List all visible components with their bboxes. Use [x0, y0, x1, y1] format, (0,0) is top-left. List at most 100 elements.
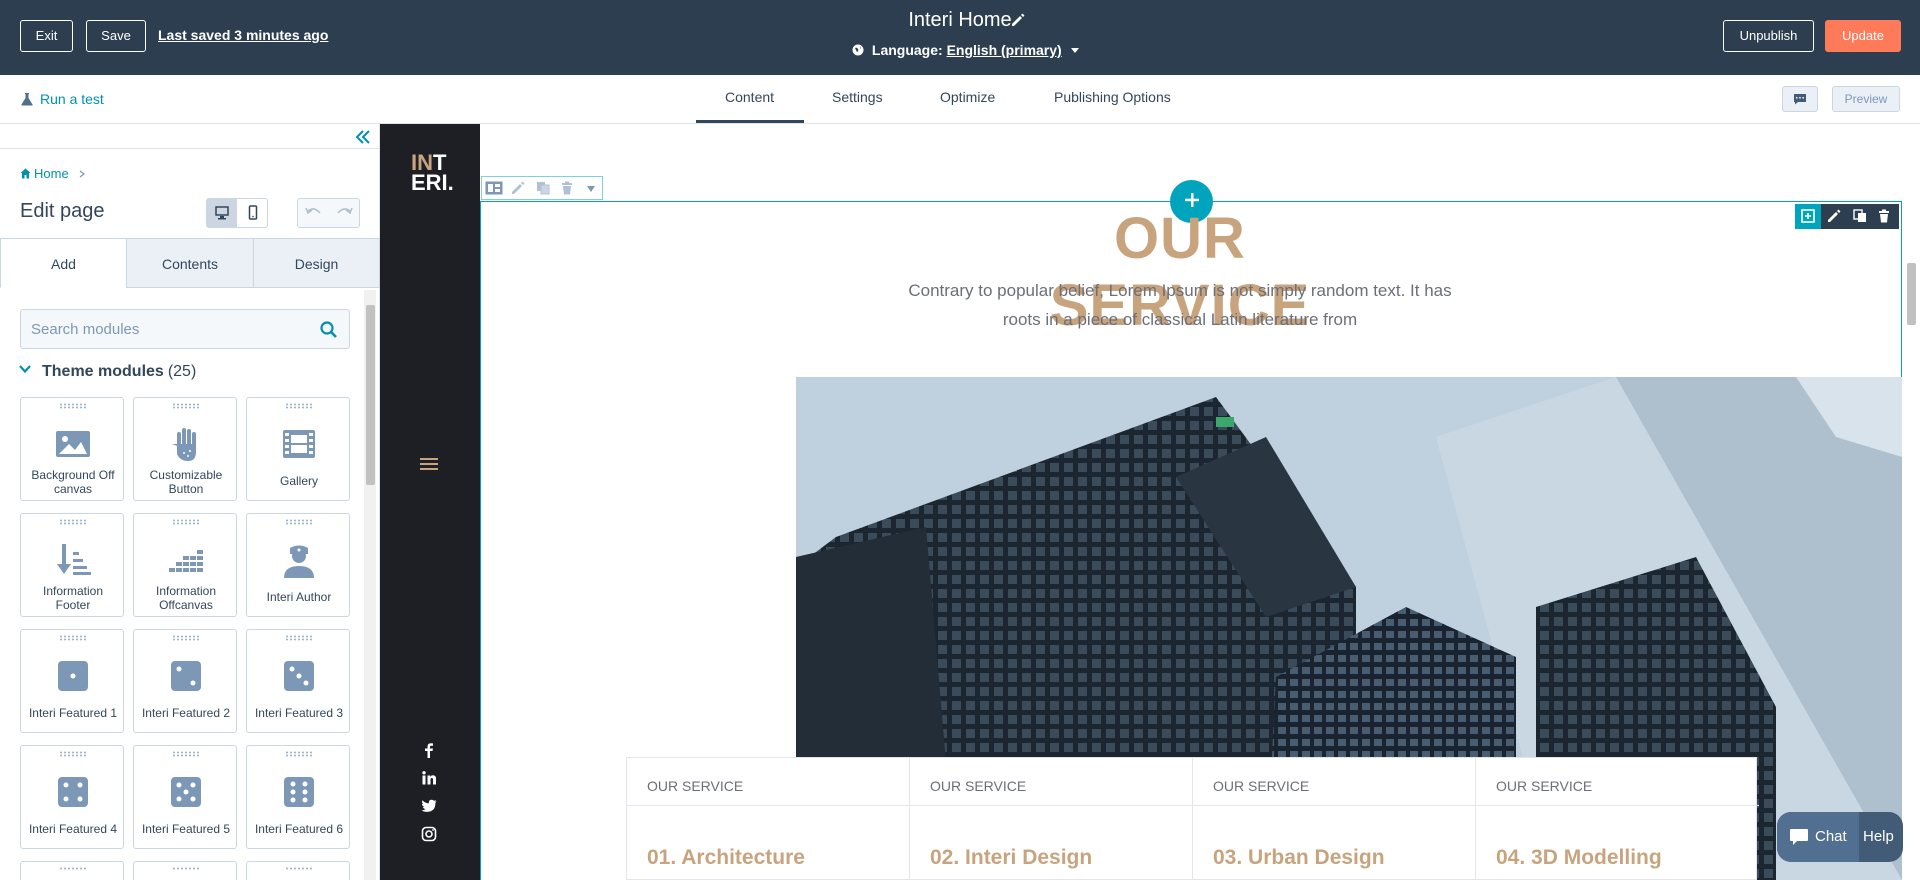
service-desc-line1: Contrary to popular belief, Lorem Ipsum …	[908, 281, 1452, 300]
breadcrumb[interactable]: Home	[20, 166, 86, 181]
preview-button[interactable]: Preview	[1832, 86, 1900, 112]
card-divider	[1193, 805, 1476, 806]
module-tile[interactable]	[133, 861, 237, 880]
bars-icon	[169, 550, 203, 572]
module-tile[interactable]: Information Footer	[20, 513, 124, 617]
redo-icon[interactable]	[334, 205, 354, 221]
linkedin-icon[interactable]	[421, 770, 437, 786]
site-logo[interactable]: INT ERI.	[411, 152, 454, 194]
language-selector[interactable]: Language: English (primary)	[852, 42, 1080, 58]
help-button[interactable]: Help	[1863, 812, 1903, 862]
chat-button[interactable]: Chat	[1777, 812, 1859, 862]
module-tile[interactable]	[246, 861, 350, 880]
module-tile[interactable]: Information Offcanvas	[133, 513, 237, 617]
module-tile[interactable]: Interi Featured 5	[133, 745, 237, 849]
caret-down-icon	[1070, 48, 1079, 53]
breadcrumb-home[interactable]: Home	[34, 166, 69, 181]
panel-tab-add[interactable]: Add	[0, 238, 127, 288]
language-value[interactable]: English (primary)	[947, 42, 1062, 58]
top-bar: Exit Save Last saved 3 minutes ago Inter…	[0, 0, 1920, 75]
panel-scroll-thumb[interactable]	[366, 305, 375, 485]
undo-icon[interactable]	[304, 205, 324, 221]
module-tile[interactable]: Background Off canvas	[20, 397, 124, 501]
run-test-link[interactable]: Run a test	[20, 91, 104, 107]
mobile-view-button[interactable]	[238, 199, 268, 227]
unpublish-button[interactable]: Unpublish	[1723, 20, 1814, 52]
module-tile[interactable]: Interi Featured 1	[20, 629, 124, 733]
trash-icon[interactable]	[560, 181, 574, 195]
tab-optimize[interactable]: Optimize	[940, 89, 995, 105]
home-icon	[20, 168, 31, 179]
module-tile[interactable]: Customizable Button	[133, 397, 237, 501]
dice-3-icon	[284, 661, 314, 691]
service-card[interactable]: OUR SERVICE 03. Urban Design	[1193, 758, 1476, 880]
drag-handle-icon	[286, 751, 312, 757]
instagram-icon[interactable]	[421, 826, 437, 842]
chat-help-widget: Chat Help	[1777, 812, 1903, 862]
card-label: OUR SERVICE	[930, 778, 1027, 794]
panel-tab-design[interactable]: Design	[253, 238, 380, 288]
module-tile[interactable]: Interi Featured 4	[20, 745, 124, 849]
module-tile[interactable]: Interi Featured 2	[133, 629, 237, 733]
chat-label: Chat	[1815, 828, 1847, 845]
module-label: Gallery	[279, 474, 318, 488]
card-divider	[910, 805, 1193, 806]
module-tile[interactable]: Interi Featured 3	[246, 629, 350, 733]
card-divider	[627, 805, 910, 806]
module-tile[interactable]: Interi Author	[246, 513, 350, 617]
service-cards: OUR SERVICE 01. Architecture OUR SERVICE…	[626, 757, 1759, 880]
panel-tab-contents[interactable]: Contents	[126, 238, 254, 288]
hamburger-menu-icon[interactable]	[419, 456, 439, 472]
search-icon[interactable]	[319, 320, 339, 340]
module-tile[interactable]	[20, 861, 124, 880]
desktop-view-button[interactable]	[207, 199, 237, 227]
tab-settings[interactable]: Settings	[832, 89, 883, 105]
canvas-scrollbar[interactable]	[1902, 124, 1920, 880]
facebook-icon[interactable]	[421, 742, 437, 758]
collapse-panel-icon[interactable]	[355, 128, 371, 149]
module-label: Interi Featured 1	[28, 706, 118, 720]
pencil-icon[interactable]	[1010, 12, 1026, 28]
layout-icon[interactable]	[485, 181, 503, 195]
card-label: OUR SERVICE	[1213, 778, 1310, 794]
drag-handle-icon	[60, 751, 86, 757]
tab-publishing-options[interactable]: Publishing Options	[1054, 89, 1171, 105]
drag-handle-icon	[173, 519, 199, 525]
copy-icon[interactable]	[536, 181, 550, 195]
canvas-scroll-thumb[interactable]	[1907, 263, 1916, 325]
service-card[interactable]: OUR SERVICE 04. 3D Modelling	[1476, 758, 1759, 880]
last-saved-link[interactable]: Last saved 3 minutes ago	[158, 27, 328, 43]
service-desc-line2: roots in a piece of classical Latin lite…	[1002, 310, 1358, 329]
chat-bubble-icon	[1790, 829, 1808, 845]
service-description[interactable]: Contrary to popular belief, Lorem Ipsum …	[880, 276, 1480, 334]
module-label: Information Footer	[42, 584, 104, 612]
twitter-icon[interactable]	[421, 798, 437, 814]
chevron-down-icon	[19, 365, 31, 374]
search-input[interactable]	[31, 318, 311, 340]
exit-button[interactable]: Exit	[20, 20, 73, 52]
edit-page-title: Edit page	[20, 200, 105, 222]
drag-handle-icon	[173, 635, 199, 641]
service-card[interactable]: OUR SERVICE 01. Architecture	[627, 758, 910, 880]
comments-button[interactable]	[1782, 86, 1818, 112]
drag-handle-icon	[173, 751, 199, 757]
user-icon	[284, 545, 314, 578]
select-module-button[interactable]	[1795, 204, 1821, 229]
module-tile[interactable]: Interi Featured 6	[246, 745, 350, 849]
update-button[interactable]: Update	[1825, 20, 1901, 52]
caret-down-icon[interactable]	[586, 185, 596, 193]
pencil-icon[interactable]	[1827, 209, 1841, 223]
save-button[interactable]: Save	[86, 20, 146, 52]
service-card[interactable]: OUR SERVICE 02. Interi Design	[910, 758, 1193, 880]
run-test-label: Run a test	[40, 91, 104, 107]
tab-content[interactable]: Content	[725, 89, 774, 105]
pencil-icon[interactable]	[511, 181, 525, 195]
drag-handle-icon	[286, 867, 312, 870]
drag-handle-icon	[286, 635, 312, 641]
module-tile[interactable]: Gallery	[246, 397, 350, 501]
theme-modules-header[interactable]: Theme modules (25)	[18, 362, 196, 381]
image-icon	[56, 431, 90, 457]
trash-icon[interactable]	[1877, 209, 1891, 223]
copy-icon[interactable]	[1853, 209, 1867, 223]
theme-modules-count: (25)	[167, 363, 197, 380]
